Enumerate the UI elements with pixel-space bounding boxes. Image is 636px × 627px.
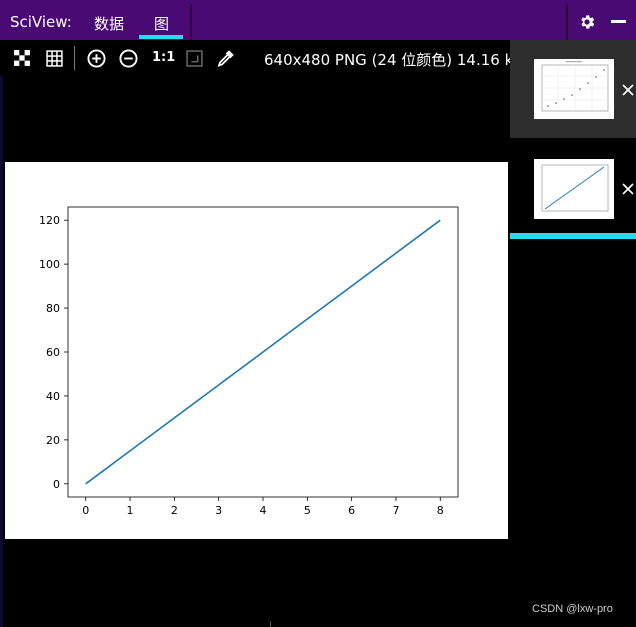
y-tick-label: 100 [39,258,60,271]
plot-image: 0 1 2 3 4 5 6 7 8 0 20 40 60 80 100 120 [5,162,508,539]
divider [270,621,271,627]
zoom-out-icon[interactable] [118,48,138,68]
series-line [85,219,441,485]
plot-thumbnail[interactable] [534,59,614,119]
x-tick-label: 7 [392,504,399,517]
x-tick-label: 5 [304,504,311,517]
gear-icon[interactable] [578,13,596,31]
zoom-in-icon[interactable] [86,48,106,68]
x-tick-label: 3 [215,504,222,517]
x-tick-label: 1 [127,504,134,517]
image-info: 640x480 PNG (24 位颜色) 14.16 kB [264,51,524,69]
toolbar-divider [74,46,75,70]
tab-data[interactable]: 数据 [94,13,124,34]
plot-thumbnail[interactable] [534,159,614,219]
x-tick-label: 0 [82,504,89,517]
x-tick-label: 8 [437,504,444,517]
x-tick-label: 4 [260,504,267,517]
actual-size-button[interactable]: 1:1 [152,50,175,65]
close-icon[interactable] [622,84,634,96]
x-tick-label: 6 [348,504,355,517]
divider [566,4,568,40]
chessboard-icon[interactable] [12,48,32,68]
watermark: CSDN @lxw-pro [532,603,613,615]
color-picker-icon[interactable] [216,48,236,68]
y-tick-label: 20 [46,434,60,447]
x-tick-label: 2 [171,504,178,517]
y-tick-label: 40 [46,390,60,403]
window-edge [0,76,3,627]
line-chart: 0 1 2 3 4 5 6 7 8020406080100120 [39,206,459,517]
minimize-icon[interactable] [611,20,626,23]
divider [190,4,192,40]
active-thumbnail-indicator [510,233,636,239]
active-tab-indicator [139,35,183,39]
grid-icon[interactable] [44,48,64,68]
tab-plots[interactable]: 图 [154,13,169,34]
y-tick-label: 60 [46,346,60,359]
app-title: SciView: [10,13,72,31]
y-tick-label: 80 [46,302,60,315]
fit-window-icon[interactable] [184,48,204,68]
y-tick-label: 0 [53,478,60,491]
close-icon[interactable] [622,183,634,195]
titlebar: SciView: 数据 图 [0,0,636,40]
y-tick-label: 120 [39,214,60,227]
